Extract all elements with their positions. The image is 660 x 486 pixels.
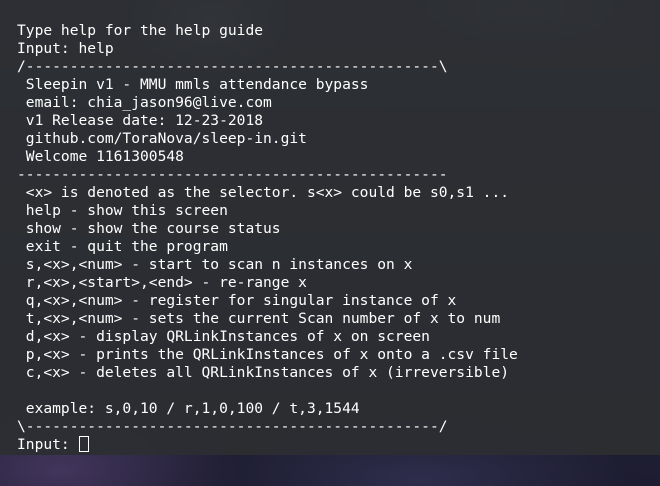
terminal-line: p,<x> - prints the QRLinkInstances of x …	[17, 346, 518, 363]
terminal-line: github.com/ToraNova/sleep-in.git	[17, 130, 307, 147]
terminal-line: Welcome 1161300548	[17, 148, 184, 165]
terminal-line: s,<x>,<num> - start to scan n instances …	[17, 256, 413, 273]
terminal-line: help - show this screen	[17, 202, 228, 219]
terminal-line: q,<x>,<num> - register for singular inst…	[17, 292, 457, 309]
terminal-line: Type help for the help guide	[17, 22, 264, 39]
terminal-line: v1 Release date: 12-23-2018	[17, 112, 264, 129]
terminal-line: ----------------------------------------…	[17, 166, 448, 183]
terminal-line: show - show the course status	[17, 220, 281, 237]
text-cursor[interactable]	[78, 436, 89, 452]
terminal-line: email: chia_jason96@live.com	[17, 94, 272, 111]
terminal-line: Input: help	[17, 40, 114, 57]
input-line[interactable]: Input:	[17, 436, 660, 454]
terminal-line: exit - quit the program	[17, 238, 228, 255]
terminal-line: /---------------------------------------…	[17, 58, 448, 75]
input-prompt: Input:	[17, 436, 79, 453]
terminal-line: example: s,0,10 / r,1,0,100 / t,3,1544	[17, 400, 360, 417]
terminal-line: r,<x>,<start>,<end> - re-range x	[17, 274, 307, 291]
terminal-line: t,<x>,<num> - sets the current Scan numb…	[17, 310, 501, 327]
terminal-line: d,<x> - display QRLinkInstances of x on …	[17, 328, 430, 345]
terminal-line: <x> is denoted as the selector. s<x> cou…	[17, 184, 510, 201]
terminal-line: c,<x> - deletes all QRLinkInstances of x…	[17, 364, 510, 381]
terminal-line: Sleepin v1 - MMU mmls attendance bypass	[17, 76, 369, 93]
terminal-line: \---------------------------------------…	[17, 418, 448, 435]
terminal-window[interactable]: Type help for the help guide Input: help…	[0, 0, 660, 455]
